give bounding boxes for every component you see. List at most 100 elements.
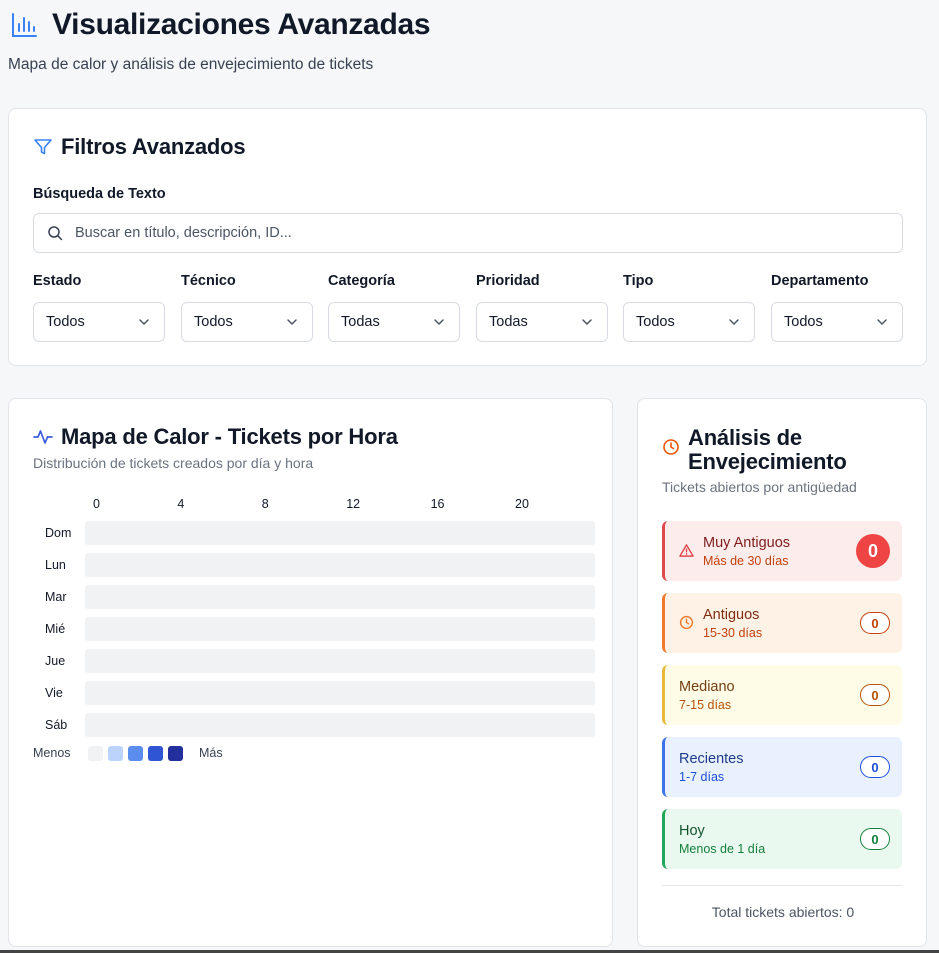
aging-item-label: Antiguos [703,607,760,623]
clock-icon [679,615,694,630]
aging-item[interactable]: Recientes 1-7 días 0 [662,737,902,797]
activity-icon [33,430,53,444]
filter-select[interactable]: Todos [771,302,903,342]
filters-header: Filtros Avanzados [33,134,246,160]
filter-group-1: Técnico Todos [181,273,313,342]
aging-item-range: 15-30 días [703,626,763,640]
hour-tick-label: 12 [346,497,361,511]
filter-select[interactable]: Todos [33,302,165,342]
hour-tick-label: 4 [177,497,185,511]
aging-title-line1: Análisis de [688,425,802,450]
legend-swatch [108,746,123,761]
day-label: Sáb [45,718,68,732]
search-label: Búsqueda de Texto [33,186,166,202]
bar-chart-icon [12,13,37,37]
heatmap-row [85,713,595,737]
heatmap-row [85,553,595,577]
count-badge: 0 [860,612,890,634]
chevron-down-icon [434,319,444,325]
aging-item-texts: Muy Antiguos Más de 30 días [703,534,790,569]
aging-panel: Análisis de Envejecimiento Tickets abier… [637,398,927,947]
aging-subtitle: Tickets abiertos por antigüedad [662,479,857,495]
chevron-down-icon [877,319,887,325]
filters-title: Filtros Avanzados [61,134,246,159]
legend-swatch [148,746,163,761]
aging-header: Análisis de Envejecimiento [662,426,847,474]
count-badge: 0 [856,534,890,568]
filter-select-value: Todas [489,314,528,330]
filter-select-value: Todos [636,314,675,330]
filter-label: Departamento [771,273,869,289]
aging-item-range: Más de 30 días [703,554,789,568]
aging-item[interactable]: Hoy Menos de 1 día 0 [662,809,902,869]
clock-icon [663,439,679,455]
search-box[interactable] [33,213,903,253]
filter-label: Categoría [328,273,395,289]
filter-select[interactable]: Todas [328,302,460,342]
aging-title: Análisis de Envejecimiento [688,426,847,474]
aging-item-range: 1-7 días [679,770,725,784]
filter-group-2: Categoría Todas [328,273,460,342]
aging-total: Total tickets abiertos: 0 [711,904,855,920]
filter-select-value: Todos [46,314,85,330]
count-badge: 0 [860,684,890,706]
filter-select[interactable]: Todos [623,302,755,342]
chevron-down-icon [287,319,297,325]
aging-item-label: Muy Antiguos [703,535,791,551]
count-badge: 0 [860,828,890,850]
hour-tick-label: 20 [515,497,529,511]
day-label: Dom [45,526,72,540]
aging-item-range: 7-15 días [679,698,732,712]
aging-item[interactable]: Mediano 7-15 días 0 [662,665,902,725]
filter-icon [34,139,52,155]
heatmap-header: Mapa de Calor - Tickets por Hora [33,424,398,450]
legend-less-label: Menos [33,746,71,760]
filter-group-5: Departamento Todos [771,273,903,342]
filter-select[interactable]: Todas [476,302,608,342]
count-badge: 0 [860,756,890,778]
filter-label: Prioridad [476,273,540,289]
filter-select[interactable]: Todos [181,302,313,342]
filter-select-value: Todos [784,314,823,330]
aging-item-label: Recientes [679,751,744,767]
heatmap-row [85,681,595,705]
heatmap-row [85,521,595,545]
aging-item[interactable]: Antiguos 15-30 días 0 [662,593,902,653]
aging-item-texts: Recientes 1-7 días [679,750,743,785]
legend-more-label: Más [199,746,223,760]
filter-group-4: Tipo Todos [623,273,755,342]
heatmap-row [85,617,595,641]
legend-swatch [88,746,103,761]
day-label: Jue [45,654,66,668]
filter-group-0: Estado Todos [33,273,165,342]
page-title: Visualizaciones Avanzadas [52,8,431,41]
chevron-down-icon [139,319,149,325]
heatmap-panel: Mapa de Calor - Tickets por Hora Distrib… [8,398,613,947]
search-input[interactable] [75,225,855,241]
aging-item-texts: Hoy Menos de 1 día [679,822,765,857]
day-label: Lun [45,558,66,572]
filter-select-value: Todos [194,314,233,330]
heatmap-subtitle: Distribución de tickets creados por día … [33,455,314,471]
hour-tick-label: 0 [93,497,100,511]
aging-item-texts: Antiguos 15-30 días [703,606,762,641]
chevron-down-icon [582,319,592,325]
legend-swatch [168,746,183,761]
aging-item-range: Menos de 1 día [679,842,766,856]
divider [662,885,902,886]
heatmap-row [85,585,595,609]
aging-item-label: Mediano [679,679,735,695]
aging-item-label: Hoy [679,823,705,839]
day-label: Vie [45,686,63,700]
hour-tick-label: 8 [261,497,269,511]
filter-group-3: Prioridad Todas [476,273,608,342]
hour-tick-label: 16 [430,497,445,511]
aging-item[interactable]: Muy Antiguos Más de 30 días 0 [662,521,902,581]
legend-swatch [128,746,143,761]
filters-panel: Filtros Avanzados Búsqueda de Texto Esta… [8,108,927,366]
aging-title-line2: Envejecimiento [688,449,847,474]
search-icon [48,226,63,241]
filter-label: Técnico [181,273,236,289]
heatmap-title: Mapa de Calor - Tickets por Hora [61,424,398,449]
filter-label: Tipo [623,273,654,289]
